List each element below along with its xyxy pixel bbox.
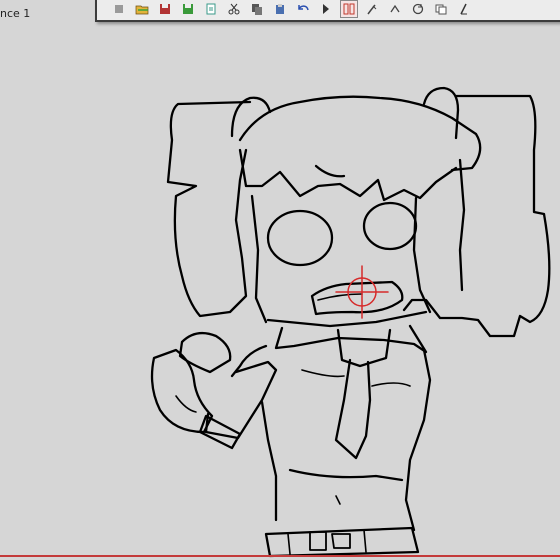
left-hand bbox=[178, 331, 232, 374]
stop-icon[interactable] bbox=[111, 1, 127, 17]
mouth-inner bbox=[317, 293, 363, 301]
fist-line bbox=[175, 395, 197, 413]
hair-bangs bbox=[238, 148, 458, 202]
belt-loop-1 bbox=[287, 533, 291, 555]
right-fist bbox=[150, 348, 214, 434]
paste-icon[interactable] bbox=[272, 1, 288, 17]
left-hair-bun bbox=[230, 96, 272, 138]
tie-left bbox=[334, 358, 372, 460]
scene-label: nce 1 bbox=[0, 7, 31, 20]
undo-icon[interactable] bbox=[295, 1, 311, 17]
save-green-icon[interactable] bbox=[180, 1, 196, 17]
collar bbox=[274, 324, 428, 354]
export-icon[interactable] bbox=[203, 1, 219, 17]
torso-left bbox=[260, 400, 278, 522]
face-right bbox=[412, 196, 432, 314]
right-eye bbox=[362, 201, 418, 251]
layers-icon[interactable] bbox=[433, 1, 449, 17]
collar-inner bbox=[336, 328, 392, 368]
copy-icon[interactable] bbox=[249, 1, 265, 17]
drawing-toolbar bbox=[95, 0, 560, 22]
timeline-edge bbox=[0, 555, 560, 557]
redo-icon[interactable] bbox=[318, 1, 334, 17]
scissors-icon[interactable] bbox=[226, 1, 242, 17]
chin bbox=[266, 310, 428, 328]
shirt-line-2 bbox=[371, 382, 411, 387]
refresh-icon[interactable] bbox=[410, 1, 426, 17]
belt-loop-2 bbox=[363, 529, 367, 553]
face-left bbox=[250, 194, 268, 324]
brush-icon[interactable] bbox=[364, 1, 380, 17]
belly bbox=[288, 468, 404, 482]
torso-right bbox=[404, 348, 432, 532]
open-folder-icon[interactable] bbox=[134, 1, 150, 17]
right-pigtail-inner bbox=[458, 158, 466, 292]
hair-top bbox=[238, 95, 482, 172]
character-sketch bbox=[150, 86, 551, 558]
left-eye bbox=[266, 209, 334, 267]
shirt-line bbox=[301, 369, 345, 378]
hair-strand bbox=[314, 164, 346, 178]
save-icon[interactable] bbox=[157, 1, 173, 17]
pen-icon[interactable] bbox=[456, 1, 472, 17]
belt-buckle bbox=[309, 531, 351, 551]
onion-skin-icon[interactable] bbox=[340, 0, 358, 18]
left-pigtail bbox=[166, 100, 252, 318]
rotate-icon[interactable] bbox=[387, 1, 403, 17]
drawing-canvas[interactable] bbox=[0, 27, 560, 560]
navel bbox=[335, 495, 341, 505]
